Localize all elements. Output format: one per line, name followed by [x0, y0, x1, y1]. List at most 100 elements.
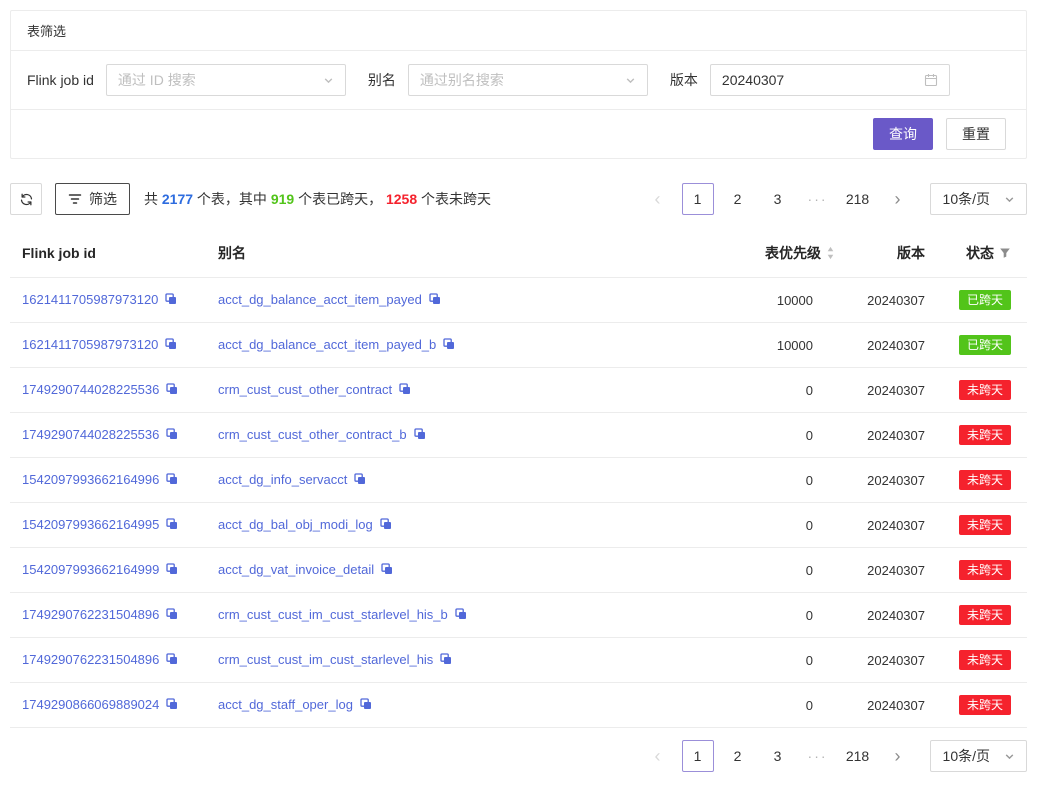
- priority-cell: 0: [712, 638, 847, 683]
- version-cell: 20240307: [847, 278, 937, 323]
- alias-link[interactable]: acct_dg_balance_acct_item_payed_b: [218, 337, 436, 352]
- pagination-page-218[interactable]: 218: [842, 183, 874, 215]
- table-row: 1542097993662164999 acct_dg_vat_invoice_…: [10, 548, 1027, 593]
- page-size-label: 10条/页: [943, 746, 990, 766]
- alias-select[interactable]: 通过别名搜索: [408, 64, 648, 96]
- pagination-prev-icon: ‹: [642, 740, 674, 772]
- flink-job-id-link[interactable]: 1749290762231504896: [22, 607, 159, 622]
- pagination-page-2[interactable]: 2: [722, 183, 754, 215]
- pagination-page-1[interactable]: 1: [682, 183, 714, 215]
- status-badge: 未跨天: [959, 650, 1011, 670]
- pagination-page-218[interactable]: 218: [842, 740, 874, 772]
- status-badge: 已跨天: [959, 335, 1011, 355]
- copy-icon[interactable]: [166, 383, 178, 398]
- copy-icon[interactable]: [455, 608, 467, 623]
- flink-job-id-select[interactable]: 通过 ID 搜索: [106, 64, 346, 96]
- copy-icon[interactable]: [166, 698, 178, 713]
- filter-toggle-button[interactable]: 筛选: [55, 183, 130, 215]
- copy-icon[interactable]: [414, 428, 426, 443]
- alias-link[interactable]: crm_cust_cust_other_contract_b: [218, 427, 407, 442]
- flink-job-id-link[interactable]: 1749290744028225536: [22, 382, 159, 397]
- flink-job-id-link[interactable]: 1749290762231504896: [22, 652, 159, 667]
- copy-icon[interactable]: [166, 473, 178, 488]
- flink-job-id-link[interactable]: 1542097993662164996: [22, 472, 159, 487]
- flink-job-id-link[interactable]: 1749290744028225536: [22, 427, 159, 442]
- column-header-alias: 别名: [206, 229, 712, 278]
- copy-icon[interactable]: [165, 338, 177, 353]
- status-badge: 未跨天: [959, 695, 1011, 715]
- filter-row: Flink job id 通过 ID 搜索 别名 通过别名搜索: [11, 51, 1026, 109]
- page-size-label: 10条/页: [943, 189, 990, 209]
- copy-icon[interactable]: [165, 293, 177, 308]
- reset-button[interactable]: 重置: [946, 118, 1006, 150]
- copy-icon[interactable]: [360, 698, 372, 713]
- priority-cell: 0: [712, 503, 847, 548]
- version-cell: 20240307: [847, 413, 937, 458]
- status-badge: 未跨天: [959, 380, 1011, 400]
- pagination-prev-icon: ‹: [642, 183, 674, 215]
- not-crossed-count: 1258: [386, 191, 417, 207]
- refresh-button[interactable]: [10, 183, 42, 215]
- alias-link[interactable]: acct_dg_info_servacct: [218, 472, 347, 487]
- copy-icon[interactable]: [399, 383, 411, 398]
- alias-link[interactable]: acct_dg_staff_oper_log: [218, 697, 353, 712]
- page-size-select[interactable]: 10条/页: [930, 740, 1027, 772]
- sort-icon[interactable]: [826, 246, 835, 260]
- page-size-select[interactable]: 10条/页: [930, 183, 1027, 215]
- total-count: 2177: [162, 191, 193, 207]
- column-header-status[interactable]: 状态: [937, 229, 1027, 278]
- copy-icon[interactable]: [380, 518, 392, 533]
- table-row: 1621411705987973120 acct_dg_balance_acct…: [10, 278, 1027, 323]
- pagination-page-3[interactable]: 3: [762, 183, 794, 215]
- flink-job-id-link[interactable]: 1621411705987973120: [22, 337, 158, 352]
- pagination-next-icon[interactable]: ›: [882, 183, 914, 215]
- column-header-flink-job-id: Flink job id: [10, 229, 206, 278]
- pagination-next-icon[interactable]: ›: [882, 740, 914, 772]
- priority-cell: 0: [712, 593, 847, 638]
- page: 表筛选 Flink job id 通过 ID 搜索 别名 通过别名搜索: [0, 0, 1037, 786]
- flink-job-id-link[interactable]: 1542097993662164995: [22, 517, 159, 532]
- pagination-page-2[interactable]: 2: [722, 740, 754, 772]
- flink-job-id-label: Flink job id: [27, 72, 94, 88]
- pagination-page-1[interactable]: 1: [682, 740, 714, 772]
- copy-icon[interactable]: [354, 473, 366, 488]
- copy-icon[interactable]: [429, 293, 441, 308]
- crossed-count: 919: [271, 191, 294, 207]
- version-label: 版本: [670, 70, 698, 90]
- flink-job-id-link[interactable]: 1621411705987973120: [22, 292, 158, 307]
- version-value: 20240307: [722, 72, 916, 88]
- alias-placeholder: 通过别名搜索: [420, 70, 617, 90]
- version-cell: 20240307: [847, 323, 937, 368]
- copy-icon[interactable]: [166, 428, 178, 443]
- version-date-input[interactable]: 20240307: [710, 64, 950, 96]
- table-row: 1749290762231504896 crm_cust_cust_im_cus…: [10, 593, 1027, 638]
- column-header-status-label: 状态: [966, 243, 994, 263]
- alias-link[interactable]: crm_cust_cust_im_cust_starlevel_his_b: [218, 607, 448, 622]
- table-body: 1621411705987973120 acct_dg_balance_acct…: [10, 278, 1027, 728]
- alias-link[interactable]: acct_dg_vat_invoice_detail: [218, 562, 374, 577]
- copy-icon[interactable]: [381, 563, 393, 578]
- alias-link[interactable]: acct_dg_bal_obj_modi_log: [218, 517, 373, 532]
- copy-icon[interactable]: [443, 338, 455, 353]
- copy-icon[interactable]: [166, 608, 178, 623]
- version-cell: 20240307: [847, 683, 937, 728]
- priority-cell: 10000: [712, 278, 847, 323]
- filter-card-title: 表筛选: [11, 11, 1026, 51]
- filter-funnel-icon[interactable]: [999, 247, 1011, 259]
- version-field: 版本 20240307: [670, 64, 950, 96]
- pagination-page-3[interactable]: 3: [762, 740, 794, 772]
- flink-job-id-link[interactable]: 1542097993662164999: [22, 562, 159, 577]
- search-button[interactable]: 查询: [873, 118, 933, 150]
- alias-link[interactable]: acct_dg_balance_acct_item_payed: [218, 292, 422, 307]
- alias-link[interactable]: crm_cust_cust_im_cust_starlevel_his: [218, 652, 433, 667]
- pagination-ellipsis: ···: [802, 183, 834, 215]
- copy-icon[interactable]: [440, 653, 452, 668]
- copy-icon[interactable]: [166, 563, 178, 578]
- alias-link[interactable]: crm_cust_cust_other_contract: [218, 382, 392, 397]
- column-header-priority[interactable]: 表优先级: [712, 229, 847, 278]
- pagination: ‹123···218›: [634, 183, 914, 215]
- copy-icon[interactable]: [166, 653, 178, 668]
- copy-icon[interactable]: [166, 518, 178, 533]
- summary-segment: 个表未跨天: [417, 191, 491, 207]
- flink-job-id-link[interactable]: 1749290866069889024: [22, 697, 159, 712]
